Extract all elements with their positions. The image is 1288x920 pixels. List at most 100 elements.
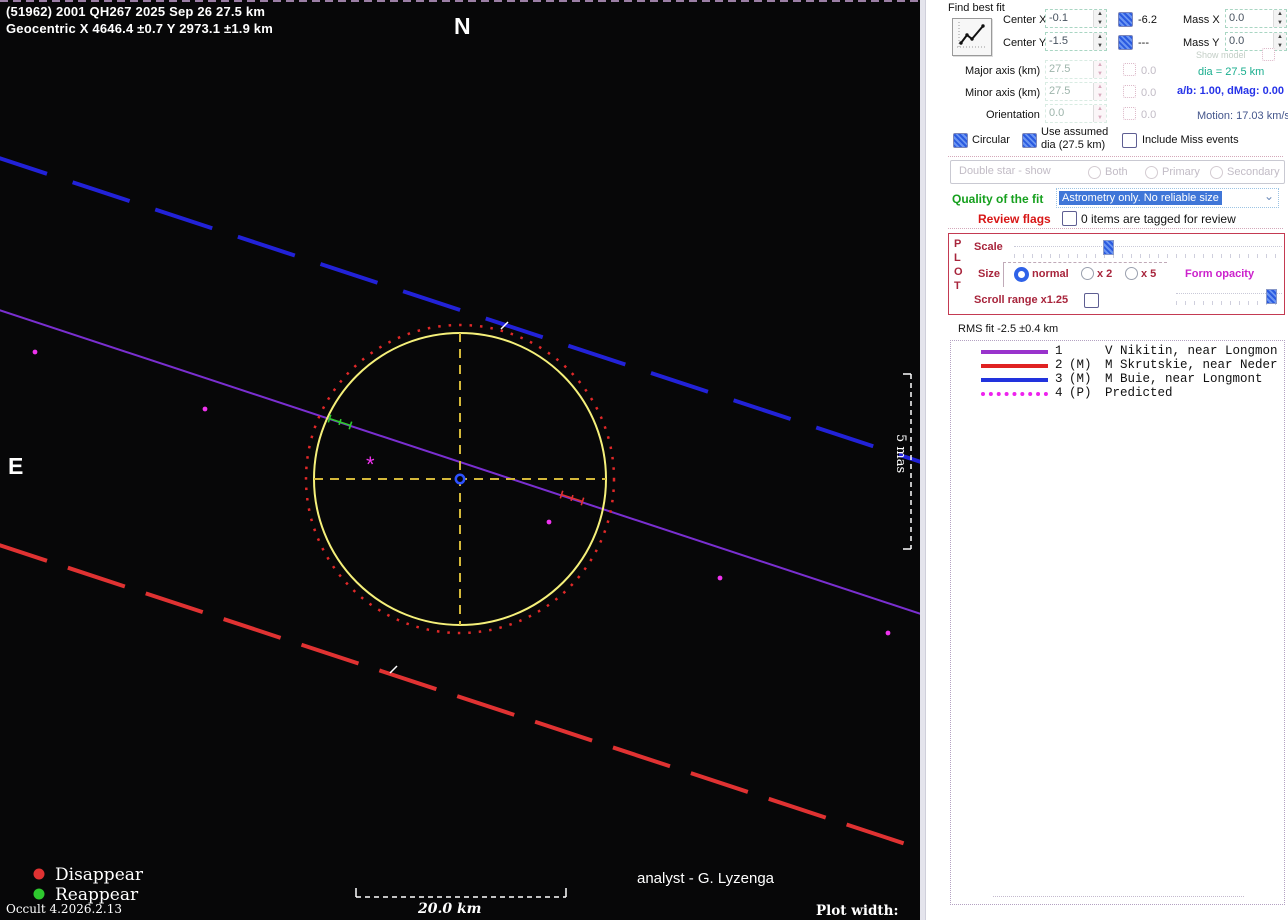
- include-miss-label: Include Miss events: [1142, 134, 1239, 146]
- fit-chart-icon: [953, 19, 989, 53]
- scale-slider-thumb[interactable]: [1103, 240, 1114, 255]
- minor-axis-label: Minor axis (km): [965, 87, 1040, 99]
- review-flags-checkbox[interactable]: [1062, 211, 1077, 226]
- orientation-input[interactable]: 0.0 ▲▼: [1045, 104, 1107, 123]
- observer-4-line-sample: [981, 392, 1048, 396]
- show-model-checkbox[interactable]: [1262, 48, 1275, 61]
- minor-axis-spinner[interactable]: ▲▼: [1093, 83, 1106, 100]
- mass-x-spinner[interactable]: ▲▼: [1273, 10, 1286, 27]
- circular-checkbox[interactable]: [953, 133, 968, 148]
- reappear-marker[interactable]: [328, 415, 351, 429]
- scroll-range-checkbox[interactable]: [1084, 293, 1099, 308]
- north-label: N: [454, 13, 471, 40]
- fit-y-checkbox[interactable]: [1118, 35, 1133, 50]
- size-x2-radio[interactable]: [1081, 267, 1094, 280]
- observer-3-line-sample: [981, 378, 1048, 382]
- observer-3-num: 3: [1055, 372, 1069, 386]
- major-unc-checkbox[interactable]: [1123, 63, 1136, 76]
- plot-width-label: Plot width: 87 km: [816, 903, 920, 920]
- reappear-legend-dot: [34, 889, 45, 900]
- observer-2-name: M Skrutskie, near Neder: [1105, 358, 1278, 372]
- include-miss-checkbox[interactable]: [1122, 133, 1137, 148]
- use-assumed-dia-label1: Use assumed: [1041, 126, 1108, 138]
- chevron-down-icon: ⌄: [1264, 189, 1274, 203]
- predicted-center-asterisk: *: [366, 452, 375, 478]
- major-axis-input[interactable]: 27.5 ▲▼: [1045, 60, 1107, 79]
- observer-row-3[interactable]: 3(M)M Buie, near Longmont: [1055, 372, 1263, 386]
- observer-4-name: Predicted: [1105, 386, 1173, 400]
- occultation-plot: (51962) 2001 QH267 2025 Sep 26 27.5 km G…: [0, 0, 920, 920]
- show-model-label: Show model: [1196, 50, 1246, 60]
- quality-of-fit-dropdown[interactable]: Astrometry only. No reliable size ⌄: [1056, 188, 1279, 208]
- plot-title-line1: (51962) 2001 QH267 2025 Sep 26 27.5 km: [6, 4, 265, 19]
- scale-slider-track[interactable]: [1014, 246, 1282, 247]
- mass-y-input[interactable]: 0.0 ▲▼: [1225, 32, 1287, 51]
- size-normal-radio[interactable]: [1014, 267, 1029, 282]
- double-star-primary-radio[interactable]: [1145, 166, 1158, 179]
- minor-unc-checkbox[interactable]: [1123, 85, 1136, 98]
- observer-3-flag: (M): [1069, 372, 1105, 386]
- observer-2-num: 2: [1055, 358, 1069, 372]
- ab-dmag-text: a/b: 1.00, dMag: 0.00: [1177, 85, 1284, 97]
- orientation-unc-value: 0.0: [1141, 109, 1156, 121]
- observer-listbox[interactable]: 1V Nikitin, near Longmon 2(M)M Skrutskie…: [950, 340, 1285, 905]
- circular-label: Circular: [972, 134, 1010, 146]
- disappear-marker[interactable]: [560, 491, 583, 505]
- quality-of-fit-selected: Astrometry only. No reliable size: [1059, 191, 1222, 205]
- size-x5-label: x 5: [1141, 268, 1156, 280]
- size-label: Size: [978, 268, 1000, 280]
- minor-unc-value: 0.0: [1141, 87, 1156, 99]
- observer-row-4[interactable]: 4(P)Predicted: [1055, 386, 1173, 400]
- mass-y-spinner[interactable]: ▲▼: [1273, 33, 1286, 50]
- use-assumed-dia-checkbox[interactable]: [1022, 133, 1037, 148]
- scale-bar-label: 20.0 km: [418, 901, 482, 917]
- fit-x-offset: -6.2: [1138, 14, 1157, 26]
- major-unc-value: 0.0: [1141, 65, 1156, 77]
- observer-row-1[interactable]: 1V Nikitin, near Longmon: [1055, 344, 1278, 358]
- observer-row-2[interactable]: 2(M)M Skrutskie, near Neder: [1055, 358, 1278, 372]
- observer-4-num: 4: [1055, 386, 1069, 400]
- fitted-center-marker: [456, 475, 464, 483]
- orientation-value: 0.0: [1049, 107, 1064, 119]
- orientation-label: Orientation: [986, 109, 1040, 121]
- orientation-spinner[interactable]: ▲▼: [1093, 105, 1106, 122]
- double-star-both-label: Both: [1105, 166, 1128, 178]
- center-x-input[interactable]: -0.1 ▲▼: [1045, 9, 1107, 28]
- center-x-spinner[interactable]: ▲▼: [1093, 10, 1106, 27]
- form-opacity-thumb[interactable]: [1266, 289, 1277, 304]
- occult-fit-window: (51962) 2001 QH267 2025 Sep 26 27.5 km G…: [0, 0, 1288, 920]
- review-flags-label: Review flags: [978, 212, 1051, 226]
- scale-bar: [356, 888, 566, 897]
- plot-letter-t: T: [954, 280, 961, 292]
- size-normal-label: normal: [1032, 268, 1069, 280]
- form-opacity-label: Form opacity: [1185, 268, 1254, 280]
- plot-letter-o: O: [954, 266, 963, 278]
- double-star-both-radio[interactable]: [1088, 166, 1101, 179]
- observer-1-num: 1: [1055, 344, 1069, 358]
- center-y-spinner[interactable]: ▲▼: [1093, 33, 1106, 50]
- find-best-fit-label: Find best fit: [948, 2, 1005, 14]
- find-best-fit-button[interactable]: [952, 18, 992, 56]
- mass-y-value: 0.0: [1229, 35, 1244, 47]
- orientation-unc-checkbox[interactable]: [1123, 107, 1136, 120]
- size-x5-radio[interactable]: [1125, 267, 1138, 280]
- major-axis-spinner[interactable]: ▲▼: [1093, 61, 1106, 78]
- predicted-chord-dots: [33, 350, 891, 636]
- fit-x-checkbox[interactable]: [1118, 12, 1133, 27]
- mass-x-input[interactable]: 0.0 ▲▼: [1225, 9, 1287, 28]
- center-y-label: Center Y: [1003, 37, 1046, 49]
- disappear-legend-dot: [34, 869, 45, 880]
- center-y-value: -1.5: [1049, 35, 1068, 47]
- diameter-text: dia = 27.5 km: [1198, 66, 1264, 78]
- scroll-range-label: Scroll range x1.25: [974, 294, 1068, 306]
- separator-1: [948, 156, 1283, 157]
- use-assumed-dia-label2: dia (27.5 km): [1041, 139, 1105, 151]
- mass-x-value: 0.0: [1229, 12, 1244, 24]
- double-star-secondary-radio[interactable]: [1210, 166, 1223, 179]
- chord-2-tick: [390, 666, 397, 673]
- minor-axis-input[interactable]: 27.5 ▲▼: [1045, 82, 1107, 101]
- plot-letter-l: L: [954, 252, 961, 264]
- observer-4-flag: (P): [1069, 386, 1105, 400]
- chord-2-line[interactable]: [0, 542, 920, 852]
- center-y-input[interactable]: -1.5 ▲▼: [1045, 32, 1107, 51]
